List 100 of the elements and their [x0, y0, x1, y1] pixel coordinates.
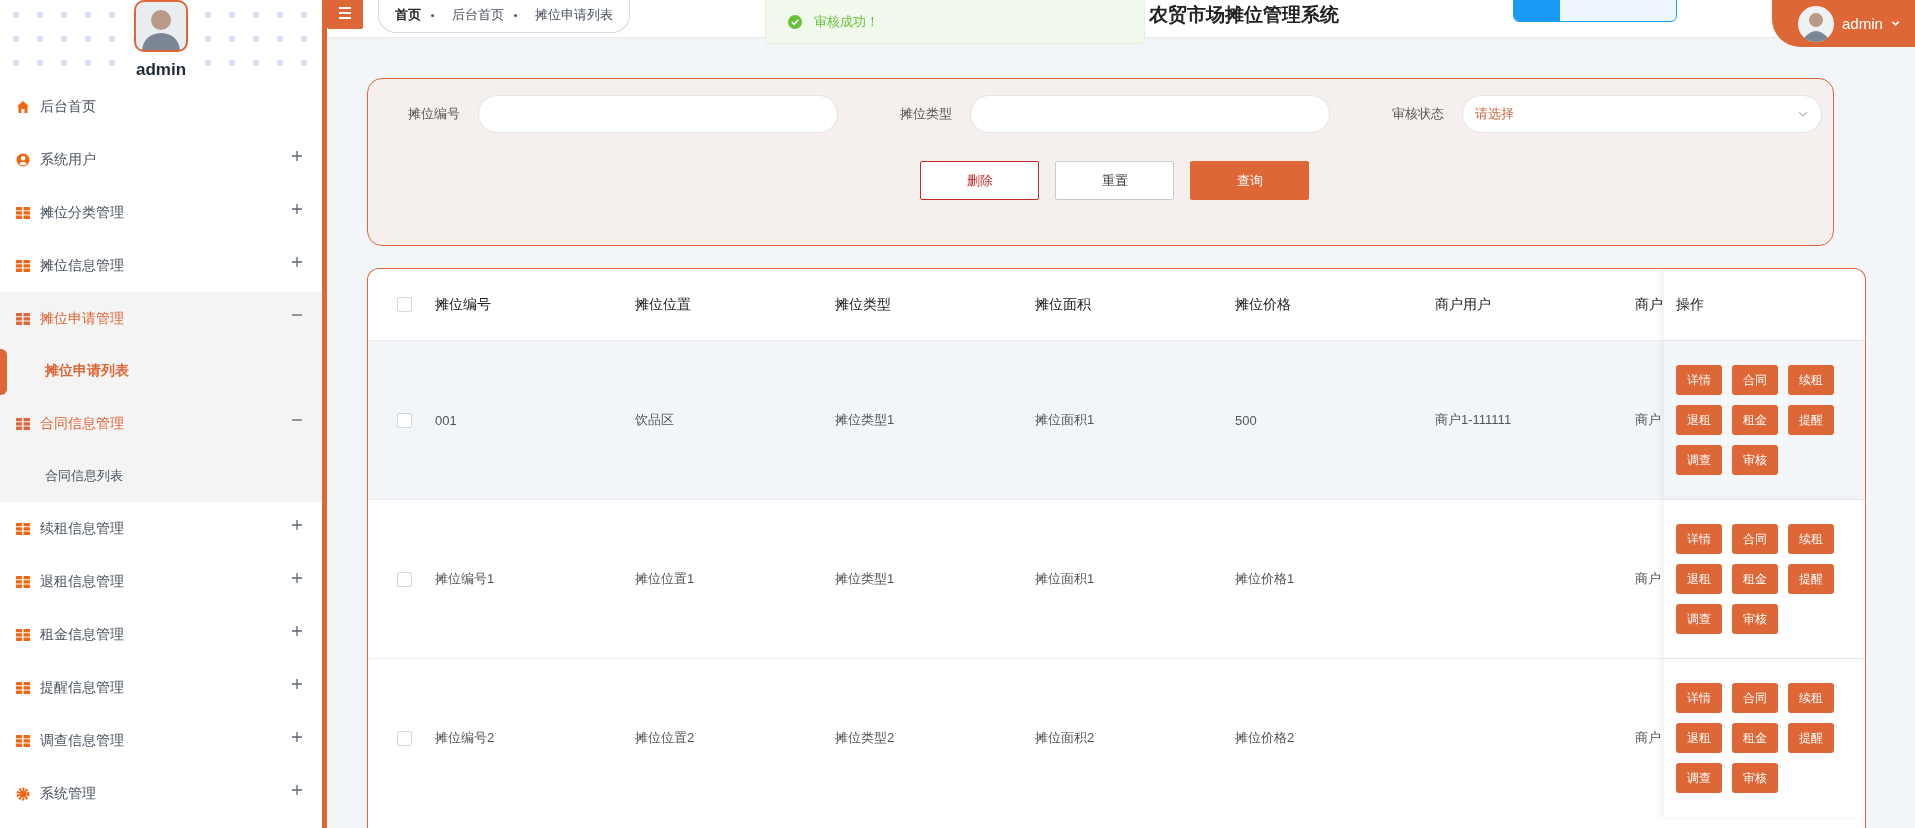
field-label: 摊位类型 [900, 105, 953, 123]
column-header: 摊位位置 [635, 295, 691, 312]
action-button[interactable]: 调查 [1676, 604, 1722, 634]
menu-button[interactable] [327, 0, 363, 29]
action-button[interactable]: 退租 [1676, 723, 1722, 753]
upload-banner[interactable] [1513, 0, 1677, 22]
grid-icon [16, 628, 30, 641]
text-input[interactable] [478, 95, 838, 133]
table-cell: 商户 [1635, 730, 1661, 745]
checkbox[interactable] [397, 412, 412, 428]
grid-icon [16, 734, 30, 747]
menu-item[interactable]: 摊位信息管理 [0, 239, 322, 292]
select-field[interactable]: 请选择 [1462, 95, 1822, 133]
form-button[interactable]: 删除 [920, 161, 1039, 200]
table-cell: 摊位类型1 [835, 571, 895, 586]
column-header: 操作 [1676, 295, 1704, 314]
action-button[interactable]: 租金 [1732, 564, 1778, 594]
action-button[interactable]: 审核 [1732, 604, 1778, 634]
table-cell: 饮品区 [635, 412, 674, 427]
check-circle-icon [788, 14, 802, 29]
action-button[interactable]: 退租 [1676, 564, 1722, 594]
table-cell: 001 [435, 412, 457, 428]
column-header: 摊位价格 [1235, 295, 1291, 312]
grid-icon [16, 259, 30, 272]
action-button[interactable]: 详情 [1676, 365, 1722, 395]
table-cell: 摊位位置1 [635, 571, 695, 586]
checkbox[interactable] [397, 571, 412, 587]
column-header: 商户 [1635, 295, 1663, 312]
separator-dot-icon [431, 13, 434, 17]
menu-item[interactable]: 调查信息管理 [0, 714, 322, 767]
user-icon [16, 152, 30, 167]
menu-item[interactable]: 摊位申请管理 [0, 292, 322, 345]
grid-icon [16, 312, 30, 325]
menu-item[interactable]: 合同信息管理 [0, 397, 322, 450]
action-button[interactable]: 合同 [1732, 365, 1778, 395]
menu-item[interactable]: 退租信息管理 [0, 555, 322, 608]
column-header: 摊位类型 [835, 295, 891, 312]
action-button[interactable]: 详情 [1676, 683, 1722, 713]
submenu-item[interactable]: 合同信息列表 [0, 450, 322, 502]
column-header: 摊位编号 [435, 295, 491, 312]
action-button[interactable]: 租金 [1732, 405, 1778, 435]
action-button[interactable]: 审核 [1732, 445, 1778, 475]
menu-item[interactable]: 租金信息管理 [0, 608, 322, 661]
breadcrumb-link[interactable]: 后台首页 [452, 6, 504, 24]
column-header: 商户用户 [1435, 295, 1491, 312]
action-button[interactable]: 审核 [1732, 763, 1778, 793]
menu-item[interactable]: 提醒信息管理 [0, 661, 322, 714]
form-button[interactable]: 查询 [1190, 161, 1309, 200]
grid-icon [16, 575, 30, 588]
toast-message: 审核成功！ [814, 12, 879, 31]
action-button[interactable]: 调查 [1676, 445, 1722, 475]
menu-item[interactable]: 摊位分类管理 [0, 186, 322, 239]
chevron-down-icon [1890, 19, 1900, 28]
table-cell: 摊位价格2 [1235, 730, 1295, 745]
grid-icon [16, 681, 30, 694]
menu-item[interactable]: 系统用户 [0, 133, 322, 186]
grid-icon [16, 522, 30, 535]
table-cell: 摊位类型1 [835, 412, 895, 427]
action-button[interactable]: 续租 [1788, 365, 1834, 395]
action-button[interactable]: 详情 [1676, 524, 1722, 554]
gear-icon [16, 786, 30, 801]
action-button[interactable]: 提醒 [1788, 405, 1834, 435]
action-button[interactable]: 续租 [1788, 524, 1834, 554]
table-cell: 摊位位置2 [635, 730, 695, 745]
checkbox[interactable] [397, 730, 412, 746]
avatar-icon [1798, 5, 1834, 42]
action-button[interactable]: 续租 [1788, 683, 1834, 713]
table-cell: 摊位价格1 [1235, 571, 1295, 586]
breadcrumb-link[interactable]: 摊位申请列表 [535, 6, 613, 24]
checkbox[interactable] [397, 297, 412, 312]
text-input[interactable] [970, 95, 1330, 133]
table-cell: 商户 [1635, 412, 1661, 427]
table-cell: 500 [1235, 412, 1257, 428]
table-cell: 商户 [1635, 571, 1661, 586]
table-cell: 摊位编号2 [435, 730, 495, 745]
table-cell: 摊位面积2 [1035, 730, 1095, 745]
action-button[interactable]: 提醒 [1788, 723, 1834, 753]
grid-icon [16, 206, 30, 219]
table-cell: 商户1-111111 [1435, 412, 1512, 427]
menu-item[interactable]: 系统管理 [0, 767, 322, 820]
action-button[interactable]: 调查 [1676, 763, 1722, 793]
breadcrumb-link[interactable]: 首页 [395, 6, 421, 24]
menu-item[interactable]: 续租信息管理 [0, 502, 322, 555]
action-button[interactable]: 退租 [1676, 405, 1722, 435]
table-cell: 摊位面积1 [1035, 412, 1095, 427]
app-title: 农贸市场摊位管理系统 [1149, 3, 1339, 27]
table-cell: 摊位编号1 [435, 571, 495, 586]
action-button[interactable]: 合同 [1732, 683, 1778, 713]
form-button[interactable]: 重置 [1055, 161, 1174, 200]
separator-dot-icon [514, 13, 517, 17]
grid-icon [16, 417, 30, 430]
menu-item[interactable]: 后台首页 [0, 80, 322, 133]
action-button[interactable]: 提醒 [1788, 564, 1834, 594]
user-menu[interactable]: admin [1772, 0, 1915, 47]
column-header: 摊位面积 [1035, 295, 1091, 312]
action-button[interactable]: 租金 [1732, 723, 1778, 753]
submenu-item[interactable]: 摊位申请列表 [0, 345, 322, 397]
field-label: 审核状态 [1392, 105, 1445, 123]
table-cell: 摊位类型2 [835, 730, 895, 745]
action-button[interactable]: 合同 [1732, 524, 1778, 554]
